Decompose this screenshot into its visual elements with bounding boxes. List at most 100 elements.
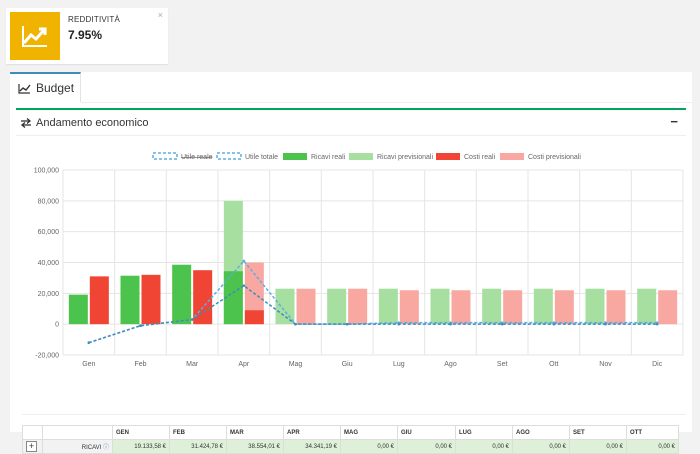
x-tick-label: Ago xyxy=(444,361,457,368)
line-utile-reale-point xyxy=(604,322,607,326)
bar-costi-reali xyxy=(244,310,264,325)
exchange-icon xyxy=(20,117,32,128)
legend-label: Ricavi reali xyxy=(311,154,346,161)
line-utile-reale-point xyxy=(345,322,349,326)
bar-costi-previsionali xyxy=(348,288,368,325)
bar-ricavi-previsionali xyxy=(275,288,295,325)
table-cell: 0,00 € xyxy=(397,439,456,454)
x-tick-label: Giu xyxy=(342,361,353,368)
line-utile-reale-point xyxy=(552,322,556,326)
legend-swatch xyxy=(152,152,178,160)
bar-ricavi-reali xyxy=(172,264,192,325)
table-header-cell: AGO xyxy=(512,425,570,440)
line-utile-reale-point xyxy=(500,322,504,326)
close-icon[interactable]: × xyxy=(158,10,163,20)
line-utile-reale-point xyxy=(139,324,142,328)
table-cell: 38.554,01 € xyxy=(226,439,284,454)
bar-ricavi-previsionali xyxy=(430,288,450,325)
x-tick-label: Feb xyxy=(134,361,146,368)
table-cell: 0,00 € xyxy=(569,439,627,454)
x-tick-label: Nov xyxy=(599,361,612,368)
bar-ricavi-previsionali xyxy=(637,288,657,325)
table-header-cell: APR xyxy=(283,425,341,440)
chart-divider xyxy=(22,414,686,415)
x-tick-label: Ott xyxy=(549,361,558,368)
table-header-cell: SET xyxy=(569,425,627,440)
table-header-cell: GIU xyxy=(397,425,456,440)
expand-button[interactable]: + xyxy=(26,441,37,452)
bar-ricavi-previsionali xyxy=(327,288,347,325)
line-utile-reale-point xyxy=(87,341,91,344)
bar-costi-previsionali xyxy=(554,290,574,325)
table-row: + RICAVI ⓘ 19.133,58 € 31.424,78 € 38.55… xyxy=(22,439,679,454)
line-utile-totale-point xyxy=(242,259,246,263)
line-utile-reale-point xyxy=(449,322,452,326)
expand-cell: + xyxy=(22,439,43,454)
tab-budget[interactable]: Budget xyxy=(10,72,81,102)
bar-ricavi-reali xyxy=(120,275,140,325)
y-tick-label: 20,000 xyxy=(38,291,60,298)
legend-label: Costi reali xyxy=(464,154,496,161)
row-label-text: RICAVI xyxy=(81,445,102,451)
tab-divider xyxy=(81,102,692,103)
collapse-button[interactable]: − xyxy=(670,114,678,129)
chart-panel: Andamento economico − -20,000 0 20,000 40,0… xyxy=(16,108,686,454)
table-cell: 0,00 € xyxy=(455,439,513,454)
y-tick-label: 100,000 xyxy=(34,168,59,175)
table-header-cell: LUG xyxy=(455,425,513,440)
bar-ricavi-previsionali xyxy=(482,288,502,325)
line-utile-reale-point xyxy=(242,284,246,287)
legend-label: Utile reale xyxy=(181,154,213,161)
bar-costi-previsionali xyxy=(658,290,678,325)
info-icon[interactable]: ⓘ xyxy=(103,445,109,451)
y-tick-label: 80,000 xyxy=(38,198,60,205)
table-header-empty xyxy=(42,425,113,440)
table-header-row: GEN FEB MAR APR MAG GIU LUG AGO SET OTT xyxy=(22,425,679,440)
bar-costi-previsionali xyxy=(399,290,419,325)
table-cell: 19.133,58 € xyxy=(112,439,170,454)
x-tick-label: Set xyxy=(497,361,508,368)
legend-swatch xyxy=(500,153,524,160)
budget-table: GEN FEB MAR APR MAG GIU LUG AGO SET OTT … xyxy=(22,425,679,454)
budget-card: Budget Andamento economico − -20,000 0 20,… xyxy=(10,72,692,454)
table-cell: 31.424,78 € xyxy=(169,439,227,454)
table-header-cell: MAG xyxy=(340,425,398,440)
y-tick-label: -20,000 xyxy=(35,353,59,360)
x-tick-label: Dic xyxy=(652,361,663,368)
legend-label: Utile totale xyxy=(245,154,278,161)
bar-costi-reali xyxy=(141,274,161,325)
bar-costi-previsionali xyxy=(503,290,523,325)
table-cell: 0,00 € xyxy=(626,439,679,454)
table-header-empty xyxy=(22,425,43,440)
bar-ricavi-previsionali xyxy=(533,288,553,325)
kpi-card: REDDITIVITÀ 7.95% × xyxy=(6,8,168,64)
legend-swatch xyxy=(436,153,460,160)
legend-label: Costi previsionali xyxy=(528,154,581,161)
chart-line-icon xyxy=(10,12,60,60)
table-header-cell: MAR xyxy=(226,425,284,440)
legend-swatch xyxy=(283,153,307,160)
legend-label: Ricavi previsionali xyxy=(377,154,433,161)
bar-costi-previsionali xyxy=(451,290,471,325)
line-chart-icon xyxy=(18,83,31,94)
panel-title: Andamento economico xyxy=(36,116,149,129)
legend-swatch xyxy=(349,153,373,160)
x-tick-label: Mar xyxy=(186,361,199,368)
x-tick-label: Lug xyxy=(393,361,405,368)
line-utile-reale-point xyxy=(397,322,401,326)
line-utile-reale-point xyxy=(655,322,659,326)
bar-ricavi-reali xyxy=(68,294,88,325)
table-cell: 34.341,19 € xyxy=(283,439,341,454)
x-tick-label: Apr xyxy=(238,361,250,368)
y-tick-label: 0 xyxy=(55,322,59,329)
row-label: RICAVI ⓘ xyxy=(42,439,113,454)
bar-ricavi-previsionali xyxy=(378,288,398,325)
tab-label: Budget xyxy=(36,81,75,95)
economic-chart: -20,000 0 20,000 40,000 60,000 80,000 100,000 G… xyxy=(34,152,684,368)
kpi-title: REDDITIVITÀ xyxy=(68,15,120,24)
bar-costi-reali xyxy=(89,276,109,325)
y-tick-label: 40,000 xyxy=(38,260,60,267)
line-utile-reale-point xyxy=(294,322,297,326)
x-tick-label: Mag xyxy=(289,361,303,368)
table-header-cell: GEN xyxy=(112,425,170,440)
